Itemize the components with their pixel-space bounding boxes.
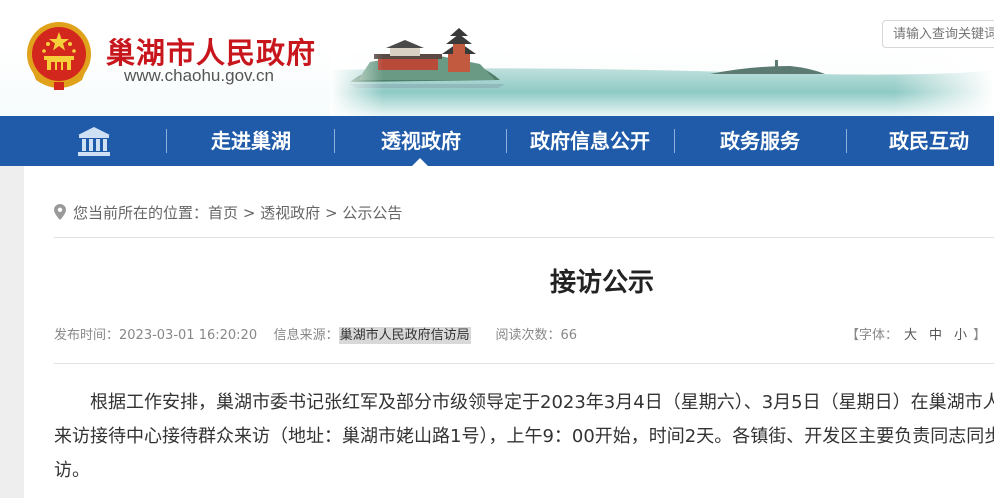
article-paragraph-line: 访。 (54, 460, 90, 481)
font-size-large-button[interactable]: 大 (904, 328, 917, 343)
breadcrumb-separator: > (242, 204, 256, 222)
nav-item-xinxi-gongkai[interactable]: 政府信息公开 (508, 116, 672, 166)
publish-time: 2023-03-01 16:20:20 (119, 328, 258, 343)
nav-item-zoujin[interactable]: 走进巢湖 (168, 116, 334, 166)
article-meta: 发布时间：2023-03-01 16:20:20 信息来源：巢湖市人民政府信访局… (54, 324, 578, 344)
breadcrumb: 您当前所在的位置：首页 > 透视政府 > 公示公告 (73, 202, 402, 223)
nav-separator (166, 129, 167, 153)
article-body: 根据工作安排，巢湖市委书记张红军及部分市级领导定于2023年3月4日（星期六）、… (54, 386, 994, 488)
font-size-open: 【字体： (846, 328, 899, 343)
article-paragraph-line: 根据工作安排，巢湖市委书记张红军及部分市级领导定于2023年3月4日（星期六）、… (90, 392, 994, 413)
search-input[interactable] (882, 20, 994, 48)
site-url[interactable]: www.chaohu.gov.cn (124, 66, 274, 86)
divider (54, 237, 994, 238)
nav-item-zhengwu-fuwu[interactable]: 政务服务 (676, 116, 844, 166)
article-paragraph-line: 来访接待中心接待群众来访（地址：巢湖市姥山路1号），上午9：00开始，时间2天。… (54, 426, 994, 447)
article-title: 接访公示 (549, 268, 654, 298)
views-count: 66 (560, 328, 578, 343)
lake-scenery-image (330, 0, 994, 116)
font-size-medium-button[interactable]: 中 (929, 328, 942, 343)
nav-active-indicator (412, 158, 428, 166)
nav-separator (846, 129, 847, 153)
nav-separator (674, 129, 675, 153)
location-pin-icon (54, 204, 66, 220)
breadcrumb-home[interactable]: 首页 (208, 204, 238, 222)
nav-separator (506, 129, 507, 153)
nav-separator (334, 129, 335, 153)
breadcrumb-prefix: 您当前所在的位置： (73, 204, 209, 222)
views-label: 阅读次数： (495, 328, 561, 343)
publish-label: 发布时间： (54, 328, 120, 343)
breadcrumb-toushi[interactable]: 透视政府 (260, 204, 320, 222)
font-size-close: 】 (973, 328, 987, 343)
font-size-switcher: 【字体： 大中小】 (846, 324, 986, 343)
divider (54, 363, 994, 364)
nav-item-zhengmin-hudong[interactable]: 政民互动 (848, 116, 994, 166)
left-gutter (0, 166, 24, 498)
main-nav: 走进巢湖 透视政府 政府信息公开 政务服务 政民互动 (0, 116, 994, 166)
font-size-small-button[interactable]: 小 (954, 328, 967, 343)
site-header: 巢湖市人民政府 www.chaohu.gov.cn (0, 0, 994, 116)
national-emblem-icon (27, 22, 91, 90)
source-label: 信息来源： (273, 328, 339, 343)
breadcrumb-separator: > (324, 204, 338, 222)
building-columns-icon[interactable] (76, 125, 112, 157)
breadcrumb-gongshi[interactable]: 公示公告 (342, 204, 402, 222)
source-value: 巢湖市人民政府信访局 (338, 327, 471, 344)
